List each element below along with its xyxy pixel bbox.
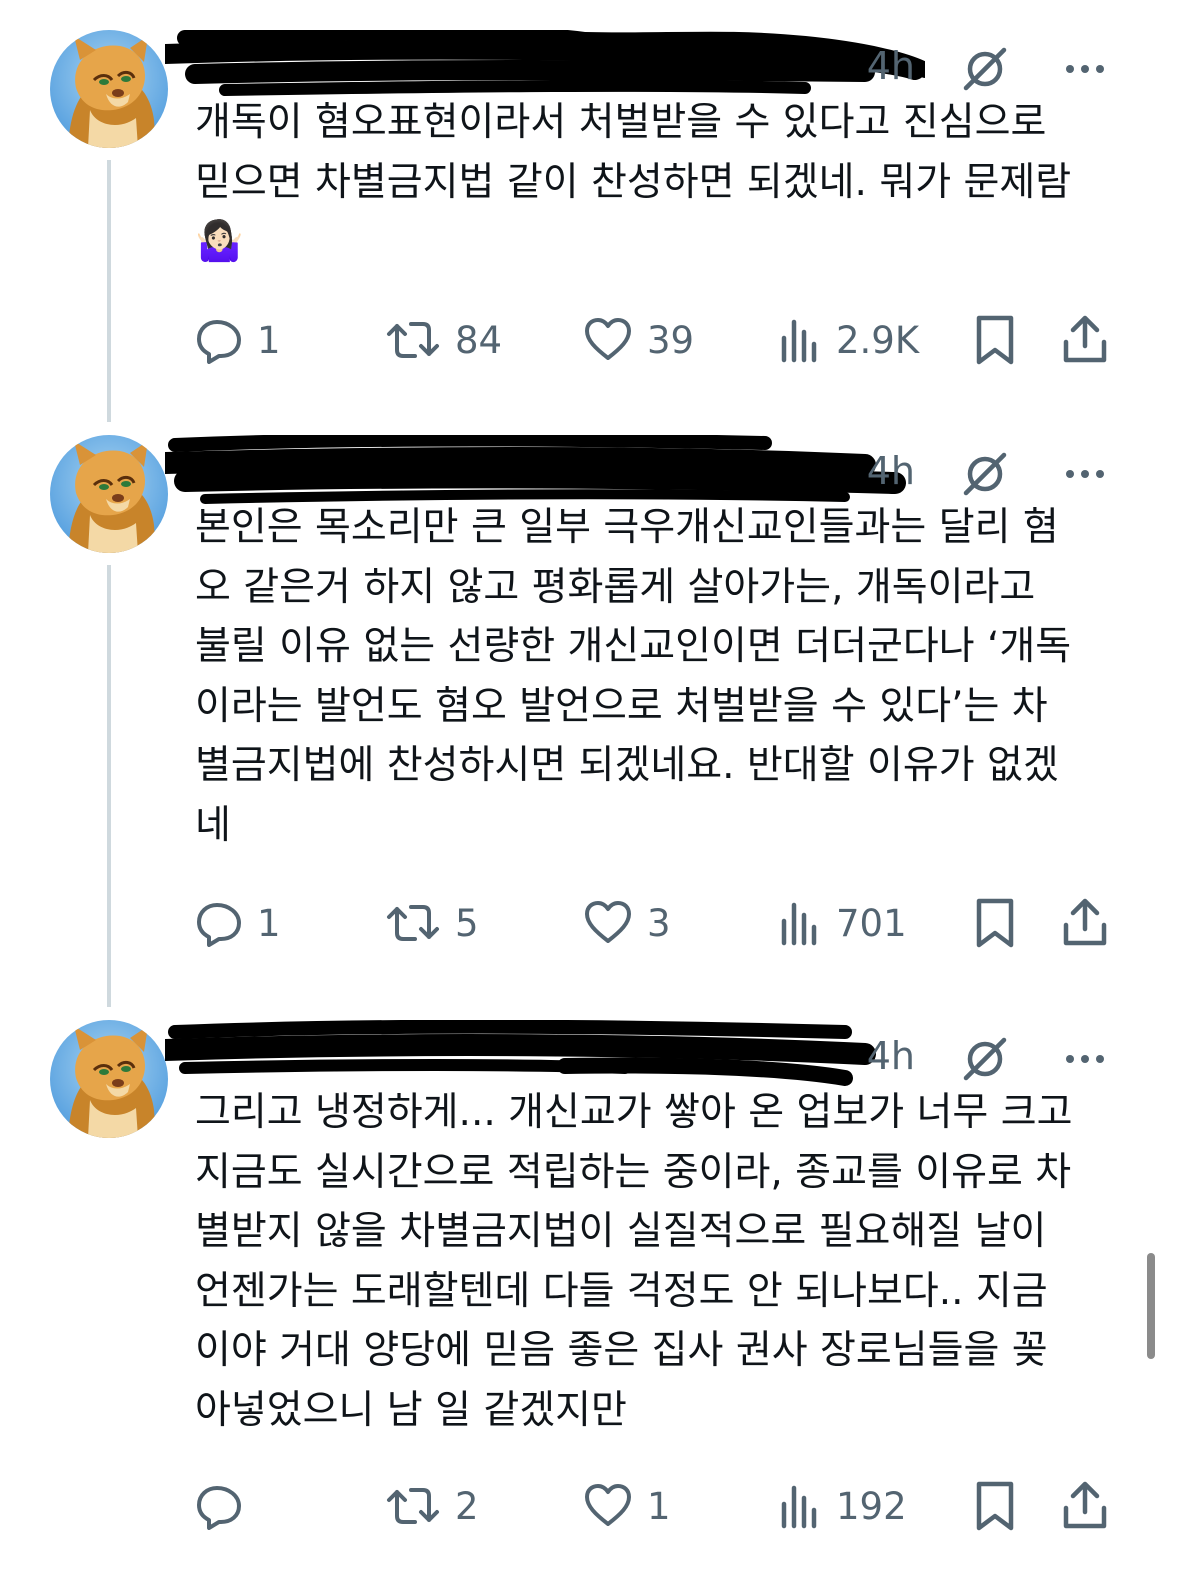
more-icon[interactable] — [1060, 44, 1110, 94]
post-text: 본인은 목소리만 큰 일부 극우개신교인들과는 달리 혐 오 같은거 하지 않고… — [195, 505, 1072, 848]
views-button[interactable]: 2.9K — [778, 310, 919, 370]
grok-icon[interactable] — [960, 44, 1010, 94]
like-count: 1 — [647, 1484, 671, 1528]
share-button[interactable] — [1061, 1476, 1109, 1536]
share-icon — [1063, 315, 1107, 363]
views-icon — [781, 902, 817, 946]
grok-icon[interactable] — [960, 449, 1010, 499]
post-text: 개독이 혐오표현이라서 처벌받을 수 있다고 진심으로 믿으면 차별금지법 같이… — [195, 100, 1072, 264]
share-icon — [1063, 1481, 1107, 1529]
share-icon — [1063, 898, 1107, 946]
avatar[interactable] — [50, 1020, 168, 1138]
post-timestamp[interactable]: 4h — [867, 1034, 915, 1078]
avatar[interactable] — [50, 30, 168, 148]
reply-count: 1 — [257, 318, 281, 362]
repost-icon — [387, 322, 439, 358]
view-count: 701 — [836, 901, 907, 945]
bookmark-icon — [976, 898, 1014, 948]
heart-icon — [585, 1484, 631, 1526]
reply-button[interactable]: 1 — [195, 310, 281, 370]
repost-button[interactable]: 84 — [385, 310, 502, 370]
repost-button[interactable]: 5 — [385, 893, 479, 953]
bookmark-button[interactable] — [973, 310, 1017, 370]
views-icon — [781, 1485, 817, 1529]
view-count: 192 — [836, 1484, 907, 1528]
repost-button[interactable]: 2 — [385, 1476, 479, 1536]
repost-count: 2 — [455, 1484, 479, 1528]
more-icon[interactable] — [1060, 449, 1110, 499]
redaction-scribble — [165, 1020, 876, 1086]
post-actions: 1 5 3 701 — [195, 893, 1115, 953]
post-actions: 1 84 39 2.9K — [195, 310, 1115, 370]
repost-count: 5 — [455, 901, 479, 945]
repost-count: 84 — [455, 318, 503, 362]
views-button[interactable]: 192 — [778, 1476, 907, 1536]
reply-button[interactable]: 1 — [195, 893, 281, 953]
post-timestamp[interactable]: 4h — [867, 449, 915, 493]
avatar[interactable] — [50, 435, 168, 553]
thread-line — [107, 160, 111, 422]
repost-icon — [387, 1488, 439, 1524]
repost-icon — [387, 905, 439, 941]
post-timestamp[interactable]: 4h — [867, 44, 915, 88]
like-button[interactable]: 1 — [583, 1476, 671, 1536]
views-button[interactable]: 701 — [778, 893, 907, 953]
thread-line — [107, 565, 111, 1007]
bookmark-button[interactable] — [973, 893, 1017, 953]
post-header: 4h — [165, 1020, 1130, 1090]
heart-icon — [585, 318, 631, 360]
like-count: 39 — [647, 318, 695, 362]
redaction-scribble — [165, 435, 906, 504]
share-button[interactable] — [1061, 310, 1109, 370]
bookmark-button[interactable] — [973, 1476, 1017, 1536]
post-header: 4h — [165, 30, 1130, 100]
more-icon[interactable] — [1060, 1034, 1110, 1084]
scrollbar[interactable] — [1147, 1253, 1155, 1359]
reply-icon — [197, 903, 241, 947]
like-count: 3 — [647, 901, 671, 945]
like-button[interactable]: 3 — [583, 893, 671, 953]
views-icon — [781, 319, 817, 363]
post-text: 그리고 냉정하게... 개신교가 쌓아 온 업보가 너무 크고 지금도 실시간으… — [195, 1090, 1073, 1433]
share-button[interactable] — [1061, 893, 1109, 953]
reply-button[interactable] — [195, 1476, 257, 1536]
reply-count: 1 — [257, 901, 281, 945]
post-header: 4h — [165, 435, 1130, 505]
view-count: 2.9K — [836, 318, 920, 362]
reply-icon — [197, 1486, 241, 1530]
post-actions: 2 1 192 — [195, 1476, 1115, 1536]
like-button[interactable]: 39 — [583, 310, 694, 370]
bookmark-icon — [976, 315, 1014, 365]
heart-icon — [585, 901, 631, 943]
bookmark-icon — [976, 1481, 1014, 1531]
reply-icon — [197, 320, 241, 364]
grok-icon[interactable] — [960, 1034, 1010, 1084]
redaction-scribble — [165, 30, 925, 96]
